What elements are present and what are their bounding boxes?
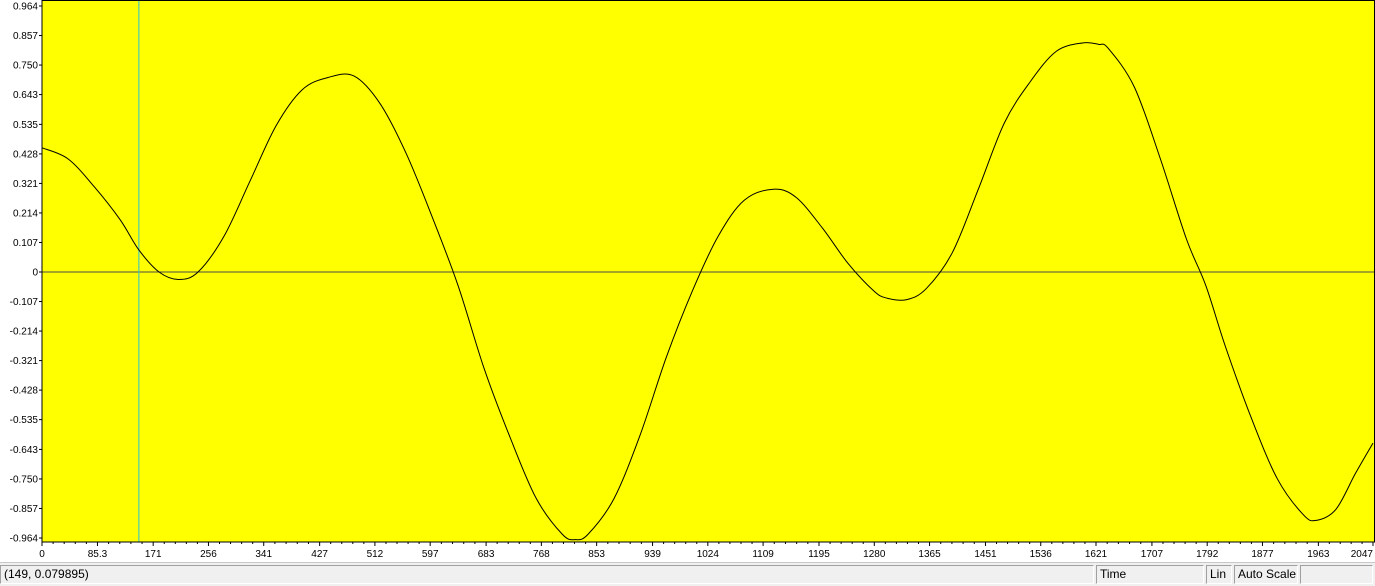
x-tick-label: 427 <box>311 549 328 560</box>
x-tick-label: 1195 <box>808 549 830 560</box>
status-bar: (149, 0.079895) Time Lin Auto Scale <box>0 562 1375 586</box>
x-tick-label: 1365 <box>918 549 941 560</box>
x-tick-label: 597 <box>422 549 439 560</box>
y-tick-label: -0.643 <box>10 445 39 456</box>
x-tick-label: 768 <box>533 549 550 560</box>
x-tick-label: 85.3 <box>88 549 108 560</box>
cursor-coordinates: (149, 0.079895) <box>0 565 1094 584</box>
x-tick-label: 1536 <box>1030 549 1053 560</box>
status-pane-empty <box>1300 565 1373 584</box>
x-tick-label: 1280 <box>863 549 886 560</box>
x-tick-label: 939 <box>644 549 661 560</box>
y-tick-label: 0.321 <box>13 179 38 190</box>
y-tick-label: -0.214 <box>10 327 39 338</box>
x-tick-label: 171 <box>145 549 162 560</box>
domain-indicator[interactable]: Time <box>1096 565 1204 584</box>
y-tick-label: -0.107 <box>10 297 39 308</box>
y-tick-label: 0.643 <box>13 90 38 101</box>
y-tick-label: -0.964 <box>10 534 39 545</box>
x-tick-label: 1109 <box>752 549 774 560</box>
y-tick-label: 0.857 <box>13 31 38 42</box>
y-tick-label: 0.214 <box>13 208 38 219</box>
x-axis: 0 85.3 171 256 341 427 512 597 683 768 853 939 1024 1… <box>39 541 1375 560</box>
plot-area <box>42 0 1375 542</box>
y-tick-label: -0.750 <box>10 474 39 485</box>
x-tick-label: 853 <box>588 549 605 560</box>
y-tick-label: 0.535 <box>13 120 38 131</box>
x-tick-label: 1024 <box>697 549 720 560</box>
y-tick-label: 0.107 <box>13 238 38 249</box>
x-tick-label: 683 <box>478 549 495 560</box>
y-tick-label: -0.535 <box>10 415 39 426</box>
y-tick-label: 0.964 <box>13 2 38 13</box>
x-tick-label: 341 <box>255 549 272 560</box>
y-axis: 0.964 0.857 0.750 0.643 0.535 0.428 0.321 0.214… <box>10 0 43 545</box>
y-tick-label: 0 <box>32 268 38 279</box>
x-tick-label: 512 <box>367 549 384 560</box>
y-tick-label: 0.750 <box>13 61 38 72</box>
x-tick-label: 1792 <box>1196 549 1219 560</box>
x-tick-label: 1963 <box>1307 549 1330 560</box>
y-tick-label: -0.321 <box>10 356 39 367</box>
x-tick-label: 1877 <box>1251 549 1274 560</box>
plot-window[interactable]: 0.964 0.857 0.750 0.643 0.535 0.428 0.321 0.214… <box>0 0 1375 562</box>
waveform-chart[interactable]: 0.964 0.857 0.750 0.643 0.535 0.428 0.321 0.214… <box>0 0 1375 562</box>
y-tick-label: 0.428 <box>13 149 38 160</box>
x-tick-label: 1451 <box>974 549 997 560</box>
autoscale-indicator[interactable]: Auto Scale <box>1234 565 1298 584</box>
x-tick-label: 256 <box>200 549 217 560</box>
y-tick-label: -0.428 <box>10 386 39 397</box>
scale-indicator[interactable]: Lin <box>1206 565 1232 584</box>
x-tick-label: 1621 <box>1085 549 1108 560</box>
y-tick-label: -0.857 <box>10 504 39 515</box>
x-tick-label: 2047 <box>1351 549 1374 560</box>
x-tick-label: 0 <box>39 549 45 560</box>
x-tick-label: 1707 <box>1141 549 1164 560</box>
